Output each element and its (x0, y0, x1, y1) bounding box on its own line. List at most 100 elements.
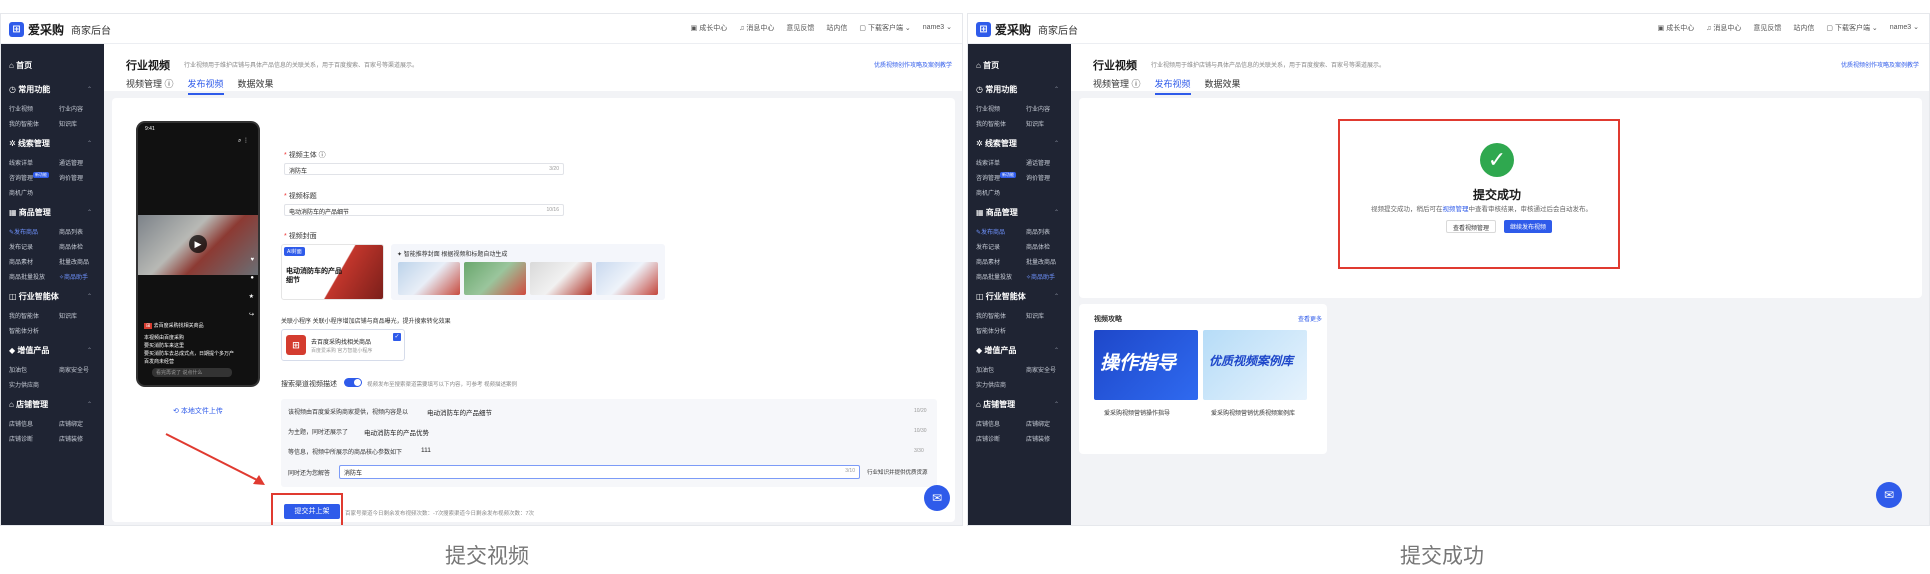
nav-inbox[interactable]: 站内信 (826, 23, 847, 33)
guide-card-case-caption[interactable]: 爱采购视频营销优质视频案例库 (1211, 408, 1295, 417)
chevron-up-icon[interactable]: ⌃ (87, 86, 92, 93)
nav-growth-center[interactable]: ▣ 成长中心 (1658, 23, 1695, 33)
chevron-up-icon[interactable]: ⌃ (1054, 347, 1059, 354)
chevron-up-icon[interactable]: ⌃ (1054, 140, 1059, 147)
sidebar-item-product-check[interactable]: 商品体检 (1026, 242, 1050, 251)
tab-data-effect[interactable]: 数据效果 (238, 77, 274, 90)
tab-publish-video[interactable]: 发布视频 (1154, 77, 1191, 95)
sidebar-group-products[interactable]: ▦ 商品管理 (9, 207, 51, 218)
nav-user-menu[interactable]: name3 ⌄ (1890, 23, 1919, 33)
sidebar-item-batch-delivery[interactable]: 商品批量投放 (976, 272, 1012, 281)
sidebar-item-agent-analysis[interactable]: 智能体分析 (9, 326, 39, 335)
guide-card-case-library[interactable]: 优质视频案例库 (1203, 330, 1307, 400)
sidebar-item-store-bind[interactable]: 店铺绑定 (59, 419, 83, 428)
cover-option-3[interactable] (530, 262, 592, 295)
star-icon[interactable]: ★ (249, 293, 254, 300)
tutorial-link[interactable]: 优质视频创作攻略及案例教学 (1841, 60, 1919, 69)
sidebar-item-call-mgmt[interactable]: 通话管理 (59, 158, 83, 167)
sidebar-item-store-info[interactable]: 店铺信息 (976, 419, 1000, 428)
logo[interactable]: ⊞ 爱采购 商家后台 (976, 21, 1078, 38)
heart-icon[interactable]: ♥ (250, 257, 254, 263)
sidebar-item-opportunity[interactable]: 商机广场 (9, 188, 33, 197)
nav-message-center[interactable]: ♫ 消息中心 (739, 23, 774, 33)
sidebar-group-store[interactable]: ⌂ 店铺管理 (976, 399, 1015, 410)
search-desc-toggle[interactable] (344, 378, 362, 387)
nav-growth-center[interactable]: ▣ 成长中心 (691, 23, 728, 33)
comment-icon[interactable]: ● (250, 275, 254, 281)
message-fab[interactable]: ✉ (1876, 482, 1902, 508)
sidebar-item-publish-log[interactable]: 发布记录 (9, 242, 33, 251)
nav-download-client[interactable]: ▢ 下载客户端 ⌄ (859, 23, 910, 33)
share-icon[interactable]: ↪ (249, 311, 254, 318)
local-upload-link[interactable]: ⟲ 本地文件上传 (173, 406, 223, 416)
nav-inbox[interactable]: 站内信 (1793, 23, 1814, 33)
tab-video-management[interactable]: 视频管理 ⓘ (126, 77, 174, 90)
nav-message-center[interactable]: ♫ 消息中心 (1706, 23, 1741, 33)
sidebar-item-product-assets[interactable]: 商品素材 (976, 257, 1000, 266)
sidebar-item-safe-number[interactable]: 商家安全号 (59, 365, 89, 374)
mini-program-card[interactable]: ⊞ 去百度采购找相关商品 百度爱采购 官方智能小程序 ✓ (281, 329, 405, 361)
chevron-up-icon[interactable]: ⌃ (1054, 86, 1059, 93)
phone-comment-input[interactable]: 看完再说了 说点什么 (152, 368, 232, 377)
sidebar-item-inquiry-mgmt[interactable]: 询价管理 (59, 173, 83, 182)
sidebar-item-strong-supplier[interactable]: 实力供应商 (9, 380, 39, 389)
tutorial-link[interactable]: 优质视频创作攻略及案例教学 (874, 60, 952, 69)
chevron-up-icon[interactable]: ⌃ (87, 293, 92, 300)
sidebar-item-batch-edit[interactable]: 批量改商品 (1026, 257, 1056, 266)
chevron-up-icon[interactable]: ⌃ (87, 401, 92, 408)
guide-card-operation-caption[interactable]: 爱采购视频营销操作指导 (1104, 408, 1170, 417)
sidebar-item-agent-analysis[interactable]: 智能体分析 (976, 326, 1006, 335)
sidebar-item-my-agent-2[interactable]: 我的智能体 (9, 311, 39, 320)
cover-option-1[interactable] (398, 262, 460, 295)
sidebar-group-products[interactable]: ▦ 商品管理 (976, 207, 1018, 218)
sidebar-group-value-added[interactable]: ◆ 增值产品 (9, 345, 49, 356)
sidebar-item-product-list[interactable]: 商品列表 (1026, 227, 1050, 236)
row-4-input[interactable]: 消防车 3/10 (339, 465, 860, 479)
nav-feedback[interactable]: 意见反馈 (786, 23, 814, 33)
sidebar-item-lead-list[interactable]: 线索详单 (976, 158, 1000, 167)
sidebar-item-my-agent-2[interactable]: 我的智能体 (976, 311, 1006, 320)
sidebar-item-batch-edit[interactable]: 批量改商品 (59, 257, 89, 266)
chevron-up-icon[interactable]: ⌃ (1054, 209, 1059, 216)
tab-publish-video[interactable]: 发布视频 (187, 77, 224, 95)
nav-feedback[interactable]: 意见反馈 (1753, 23, 1781, 33)
sidebar-item-store-decor[interactable]: 店铺装修 (1026, 434, 1050, 443)
sidebar-item-knowledge[interactable]: 知识库 (1026, 119, 1044, 128)
play-icon[interactable]: ▶ (189, 235, 207, 253)
subject-input[interactable]: 消防车 3/20 (284, 163, 564, 175)
cover-option-2[interactable] (464, 262, 526, 295)
sidebar-item-product-check[interactable]: 商品体检 (59, 242, 83, 251)
sidebar-item-batch-delivery[interactable]: 商品批量投放 (9, 272, 45, 281)
check-icon[interactable]: ✓ (393, 333, 401, 341)
sidebar-item-store-decor[interactable]: 店铺装修 (59, 434, 83, 443)
sidebar-item-store-info[interactable]: 店铺信息 (9, 419, 33, 428)
row-3-value[interactable]: 111 (421, 447, 431, 454)
sidebar-item-store-bind[interactable]: 店铺绑定 (1026, 419, 1050, 428)
view-more-link[interactable]: 查看更多 (1298, 314, 1322, 323)
sidebar-item-strong-supplier[interactable]: 实力供应商 (976, 380, 1006, 389)
sidebar-item-call-mgmt[interactable]: 通话管理 (1026, 158, 1050, 167)
cover-option-4[interactable] (596, 262, 658, 295)
row-2-value[interactable]: 电动消防车的产品优势 (364, 427, 429, 437)
sidebar-group-store[interactable]: ⌂ 店铺管理 (9, 399, 48, 410)
sidebar-item-store-diagnosis[interactable]: 店铺诊断 (976, 434, 1000, 443)
chevron-up-icon[interactable]: ⌃ (87, 347, 92, 354)
sidebar-item-product-assistant[interactable]: ✧商品助手 (1026, 272, 1055, 281)
nav-user-menu[interactable]: name3 ⌄ (923, 23, 952, 33)
sidebar-item-my-agent[interactable]: 我的智能体 (976, 119, 1006, 128)
sidebar-item-industry-video[interactable]: 行业视频 (976, 104, 1000, 113)
sidebar-group-common[interactable]: ◷ 常用功能 (9, 84, 50, 95)
sidebar-item-product-list[interactable]: 商品列表 (59, 227, 83, 236)
message-fab[interactable]: ✉ (924, 485, 950, 511)
phone-mini-tag[interactable]: ⊞ 去百度采购找相关商品 (144, 322, 204, 329)
sidebar-item-knowledge-2[interactable]: 知识库 (59, 311, 77, 320)
sidebar-item-knowledge-2[interactable]: 知识库 (1026, 311, 1044, 320)
sidebar-item-industry-content[interactable]: 行业内容 (59, 104, 83, 113)
sidebar-group-leads[interactable]: ✲ 线索管理 (9, 138, 50, 149)
sidebar-item-booster[interactable]: 加油包 (9, 365, 27, 374)
sidebar-item-consult-mgmt[interactable]: 咨询管理新功能 (9, 172, 50, 182)
sidebar-item-consult-mgmt[interactable]: 咨询管理新功能 (976, 172, 1017, 182)
sidebar-item-safe-number[interactable]: 商家安全号 (1026, 365, 1056, 374)
guide-card-operation[interactable]: 操作指导 (1094, 330, 1198, 400)
logo[interactable]: ⊞ 爱采购 商家后台 (9, 21, 111, 38)
